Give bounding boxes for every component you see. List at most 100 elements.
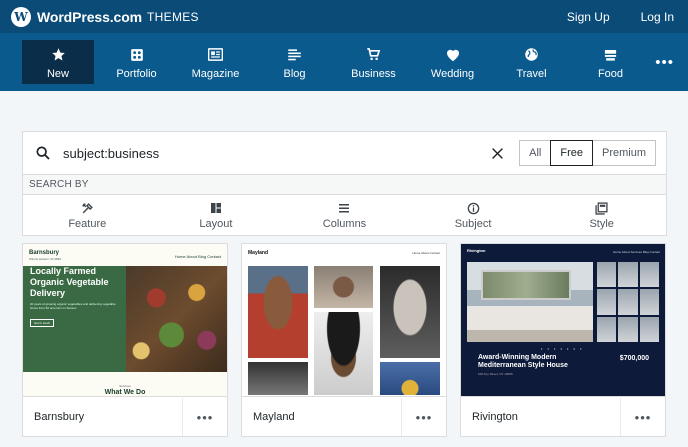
portfolio-icon: [130, 45, 144, 65]
filter-subject[interactable]: Subject: [409, 195, 538, 235]
gallery-image: [639, 262, 659, 288]
preview-vegetables-image: [126, 266, 227, 372]
preview-nav: Home About Contact: [412, 251, 440, 255]
tools-icon: [81, 201, 94, 216]
portrait-image: [380, 266, 440, 358]
tab-business[interactable]: Business: [334, 33, 413, 91]
tab-label: Food: [597, 67, 624, 80]
theme-name[interactable]: Mayland: [253, 411, 295, 423]
filter-label: Columns: [322, 217, 367, 230]
pricing-filter: All Free Premium: [519, 140, 656, 166]
preview-nav: Home About Services Blog Contact: [613, 250, 660, 254]
preview-site-title: Barnsbury: [29, 250, 60, 256]
tab-magazine[interactable]: Magazine: [176, 33, 255, 91]
heart-icon: [445, 45, 461, 65]
portrait-image: [248, 362, 308, 395]
close-icon: [491, 147, 503, 159]
filter-layout[interactable]: Layout: [152, 195, 281, 235]
more-options-button[interactable]: •••: [401, 398, 446, 436]
theme-card-mayland: Mayland Home About Contact Mayland •••: [241, 243, 447, 437]
preview-address: 100 Any Street, NY 10005: [478, 372, 513, 376]
layout-icon: [210, 201, 222, 216]
filter-premium[interactable]: Premium: [593, 141, 655, 165]
more-categories-button[interactable]: •••: [655, 54, 674, 71]
preview-section-title: What We Do: [104, 389, 146, 396]
theme-preview[interactable]: Rivington Home About Services Blog Conta…: [461, 244, 665, 397]
preview-site-title: Rivington: [467, 248, 486, 253]
tab-blog[interactable]: Blog: [255, 33, 334, 91]
portrait-image: [314, 266, 373, 308]
gallery-image: [639, 289, 659, 315]
columns-icon: [338, 201, 350, 216]
search-input[interactable]: [63, 145, 483, 161]
tab-new[interactable]: New: [22, 40, 94, 84]
gallery-image: [618, 262, 638, 288]
tab-label: Portfolio: [116, 67, 157, 80]
preview-eyebrow: Services: [119, 384, 131, 388]
filter-label: Subject: [454, 217, 492, 230]
preview-nav: Home About Blog Contact: [174, 254, 221, 259]
preview-carousel-dots: • • • • • • •: [541, 346, 584, 351]
wordpress-logo-icon: W: [11, 6, 31, 27]
tab-portfolio[interactable]: Portfolio: [97, 33, 176, 91]
theme-name[interactable]: Barnsbury: [34, 411, 84, 423]
preview-body: 20 years of growing organic vegetables a…: [30, 302, 116, 310]
tab-label: Wedding: [430, 67, 475, 80]
theme-preview[interactable]: Barnsbury Winnis Hostern 33 3899 Home Ab…: [23, 244, 227, 397]
card-footer: Barnsbury •••: [23, 398, 227, 436]
filter-label: Feature: [68, 217, 107, 230]
theme-search-panel: All Free Premium SEARCH BY Feature Layou…: [22, 131, 667, 236]
sign-up-link[interactable]: Sign Up: [567, 10, 610, 24]
portrait-image: [314, 312, 373, 395]
preview-headline: Locally Farmed Organic Vegetable Deliver…: [30, 266, 109, 298]
search-by-label: SEARCH BY: [23, 175, 666, 195]
gallery-image: [618, 289, 638, 315]
preview-button: Get in touch: [30, 319, 55, 327]
preview-window-image: [481, 270, 571, 300]
tab-wedding[interactable]: Wedding: [413, 33, 492, 91]
tab-label: Magazine: [191, 67, 240, 80]
filter-columns[interactable]: Columns: [280, 195, 409, 235]
filter-feature[interactable]: Feature: [23, 195, 152, 235]
filter-all[interactable]: All: [520, 141, 550, 165]
preview-price: $700,000: [619, 355, 649, 362]
theme-preview[interactable]: Mayland Home About Contact: [242, 244, 446, 397]
brand-logo[interactable]: W WordPress.com THEMES: [11, 6, 199, 27]
style-icon: [595, 201, 608, 216]
magazine-icon: [208, 45, 223, 65]
card-footer: Mayland •••: [242, 398, 446, 436]
more-options-button[interactable]: •••: [620, 398, 665, 436]
theme-card-rivington: Rivington Home About Services Blog Conta…: [460, 243, 666, 437]
filter-free[interactable]: Free: [550, 140, 593, 166]
gallery-image: [618, 316, 638, 342]
portrait-image: [248, 266, 308, 358]
food-icon: [603, 45, 618, 65]
brand-section: THEMES: [147, 9, 199, 24]
cart-icon: [366, 45, 381, 65]
tab-food[interactable]: Food: [571, 33, 650, 91]
top-bar: W WordPress.com THEMES Sign Up Log In: [0, 0, 688, 33]
theme-name[interactable]: Rivington: [472, 411, 518, 423]
preview-headline: Award-Winning Modern Mediterranean Style…: [478, 354, 568, 369]
search-by-filters: Feature Layout Columns Subject Style: [23, 195, 666, 235]
preview-tagline: Winnis Hostern 33 3899: [29, 257, 62, 261]
portrait-image: [380, 362, 440, 395]
preview-site-title: Mayland: [248, 250, 269, 256]
gallery-image: [597, 316, 617, 342]
account-links: Sign Up Log In: [536, 10, 674, 24]
brand-name: WordPress.com: [37, 8, 143, 25]
tab-label: Business: [351, 67, 396, 80]
search-row: All Free Premium: [23, 132, 666, 175]
log-in-link[interactable]: Log In: [641, 10, 674, 24]
filter-label: Style: [589, 217, 614, 230]
clear-search-button[interactable]: [489, 145, 505, 161]
gallery-image: [639, 316, 659, 342]
star-icon: [51, 45, 66, 65]
theme-card-barnsbury: Barnsbury Winnis Hostern 33 3899 Home Ab…: [22, 243, 228, 437]
info-icon: [467, 201, 480, 216]
filter-style[interactable]: Style: [537, 195, 666, 235]
gallery-image: [597, 289, 617, 315]
tab-travel[interactable]: Travel: [492, 33, 571, 91]
more-options-button[interactable]: •••: [182, 398, 227, 436]
card-footer: Rivington •••: [461, 398, 665, 436]
